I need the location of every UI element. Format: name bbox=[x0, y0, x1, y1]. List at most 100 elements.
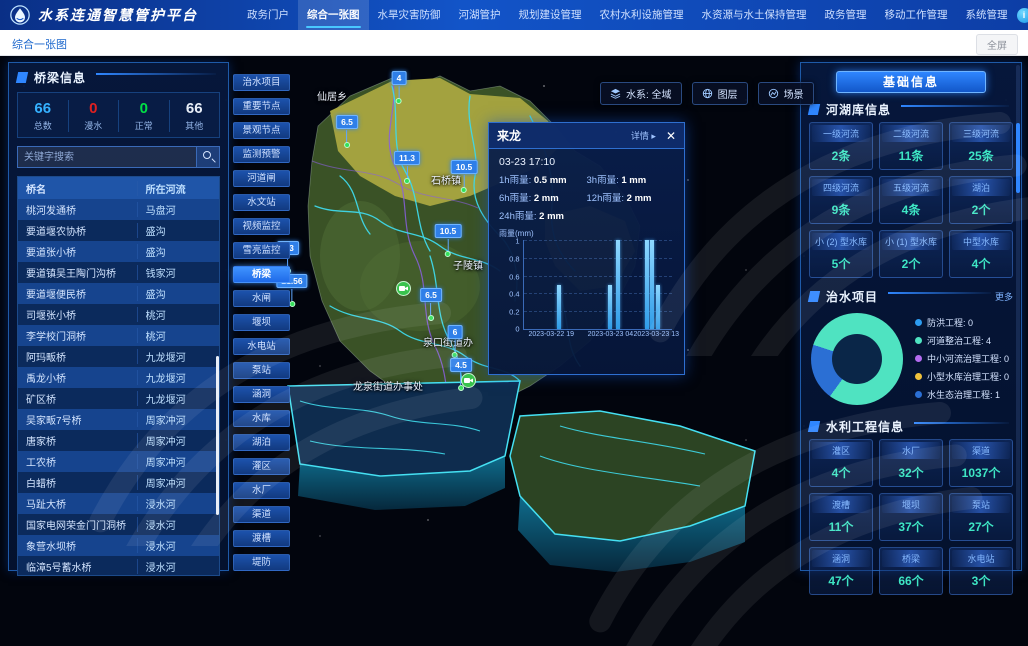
table-row[interactable]: 矿区桥九龙堰河 bbox=[18, 388, 219, 409]
layer-item-涵洞[interactable]: 涵洞 bbox=[233, 386, 290, 403]
chart-y-tick: 1 bbox=[515, 237, 519, 246]
table-row[interactable]: 要道镇吴王陶门沟桥钱家河 bbox=[18, 262, 219, 283]
layer-item-治水项目[interactable]: 治水项目 bbox=[233, 74, 290, 91]
camera-marker[interactable] bbox=[396, 281, 411, 296]
table-row[interactable]: 禹龙小桥九龙堰河 bbox=[18, 367, 219, 388]
search-input[interactable] bbox=[17, 146, 196, 168]
map-control-scene-icon[interactable]: 场景 bbox=[758, 82, 814, 105]
card-value: 2个 bbox=[882, 250, 940, 275]
table-row[interactable]: 临漳5号蓄水桥浸水河 bbox=[18, 556, 219, 576]
layer-item-水库[interactable]: 水库 bbox=[233, 410, 290, 427]
nav-item-1[interactable]: 综合一张图 bbox=[298, 0, 369, 30]
layer-item-景观节点[interactable]: 景观节点 bbox=[233, 122, 290, 139]
card-value: 66个 bbox=[882, 567, 940, 592]
info-card-一级河流: 一级河流2条 bbox=[809, 122, 873, 170]
bridge-panel-title: 桥梁信息 bbox=[34, 69, 86, 86]
water-level-marker[interactable]: 6.5 bbox=[336, 112, 358, 148]
map-control-globe-icon[interactable]: 图层 bbox=[692, 82, 748, 105]
layer-item-湖泊[interactable]: 湖泊 bbox=[233, 434, 290, 451]
popup-detail-link[interactable]: 详情 ▸ bbox=[631, 129, 656, 142]
layer-item-泵站[interactable]: 泵站 bbox=[233, 362, 290, 379]
bridge-name-cell: 象营水坝桥 bbox=[18, 538, 137, 553]
river-name-cell: 周家冲河 bbox=[137, 454, 219, 469]
map-control-layers-icon[interactable]: 水系: 全域 bbox=[600, 82, 682, 105]
layer-item-水闸[interactable]: 水闸 bbox=[233, 290, 290, 307]
chart-y-tick: 0 bbox=[515, 325, 519, 334]
layer-item-雪亮监控[interactable]: 雪亮监控 bbox=[233, 242, 290, 259]
marker-value: 10.5 bbox=[451, 160, 478, 174]
water-level-marker[interactable]: 11.3 bbox=[394, 148, 420, 184]
nav-item-7[interactable]: 政务管理 bbox=[816, 0, 876, 30]
breadcrumb-bar: 综合一张图 全屏 bbox=[0, 30, 1028, 56]
camera-icon bbox=[399, 285, 408, 292]
table-row[interactable]: 白蜡桥周家冲河 bbox=[18, 472, 219, 493]
camera-marker[interactable] bbox=[461, 373, 476, 388]
table-row[interactable]: 马趾大桥浸水河 bbox=[18, 493, 219, 514]
table-row[interactable]: 桃河发通桥马盘河 bbox=[18, 199, 219, 220]
layer-item-灌区[interactable]: 灌区 bbox=[233, 458, 290, 475]
map-control-label: 图层 bbox=[718, 86, 738, 101]
nav-item-0[interactable]: 政务门户 bbox=[238, 0, 298, 30]
layer-item-渡槽[interactable]: 渡槽 bbox=[233, 530, 290, 547]
layer-item-桥梁[interactable]: 桥梁 bbox=[233, 266, 290, 283]
layer-item-水厂[interactable]: 水厂 bbox=[233, 482, 290, 499]
search-button[interactable] bbox=[196, 146, 220, 168]
legend-dot-icon bbox=[915, 337, 922, 344]
layer-item-堤防[interactable]: 堤防 bbox=[233, 554, 290, 571]
user-menu[interactable]: i hkub42080261 ▼ bbox=[1017, 8, 1028, 23]
table-row[interactable]: 要道堰农协桥盛沟 bbox=[18, 220, 219, 241]
chart-x-tick: 2023-03-23 13 bbox=[634, 331, 680, 338]
nav-item-3[interactable]: 河湖管护 bbox=[450, 0, 510, 30]
legend-dot-icon bbox=[915, 319, 922, 326]
marker-stick bbox=[430, 303, 431, 315]
nav-item-5[interactable]: 农村水利设施管理 bbox=[591, 0, 693, 30]
map-controls: 水系: 全域 图层 场景 bbox=[600, 82, 814, 105]
layer-item-渠道[interactable]: 渠道 bbox=[233, 506, 290, 523]
table-row[interactable]: 要道张小桥盛沟 bbox=[18, 241, 219, 262]
bridge-name-cell: 白蜡桥 bbox=[18, 475, 137, 490]
table-row[interactable]: 吴家畈7号桥周家冲河 bbox=[18, 409, 219, 430]
marker-value: 6 bbox=[448, 325, 463, 339]
nav-item-9[interactable]: 系统管理 bbox=[957, 0, 1017, 30]
water-level-marker[interactable]: 6 bbox=[448, 322, 463, 358]
panel-scrollbar[interactable] bbox=[1016, 123, 1020, 193]
section-accent-icon bbox=[808, 291, 820, 302]
nav-item-8[interactable]: 移动工作管理 bbox=[876, 0, 957, 30]
water-level-marker[interactable]: 10.5 bbox=[451, 157, 478, 193]
layer-item-水文站[interactable]: 水文站 bbox=[233, 194, 290, 211]
basic-info-button[interactable]: 基础信息 bbox=[836, 71, 986, 93]
info-card-泵站: 泵站27个 bbox=[949, 493, 1013, 541]
rain-bar bbox=[650, 240, 654, 329]
layer-item-视频监控[interactable]: 视频监控 bbox=[233, 218, 290, 235]
layer-item-河道闸[interactable]: 河道闸 bbox=[233, 170, 290, 187]
water-level-marker[interactable]: 6.5 bbox=[420, 285, 442, 321]
nav-item-4[interactable]: 规划建设管理 bbox=[510, 0, 591, 30]
table-row[interactable]: 唐家桥周家冲河 bbox=[18, 430, 219, 451]
nav-item-2[interactable]: 水旱灾害防御 bbox=[369, 0, 450, 30]
close-icon[interactable]: ✕ bbox=[666, 130, 676, 142]
table-row[interactable]: 阿玛畈桥九龙堰河 bbox=[18, 346, 219, 367]
layer-item-水电站[interactable]: 水电站 bbox=[233, 338, 290, 355]
card-label: 小 (2) 型水库 bbox=[812, 233, 870, 250]
nav-item-6[interactable]: 水资源与水土保持管理 bbox=[693, 0, 816, 30]
table-row[interactable]: 象营水坝桥浸水河 bbox=[18, 535, 219, 556]
marker-value: 6.5 bbox=[336, 115, 358, 129]
layer-item-堰坝[interactable]: 堰坝 bbox=[233, 314, 290, 331]
table-row[interactable]: 要道堰便民桥盛沟 bbox=[18, 283, 219, 304]
water-level-marker[interactable]: 10.5 bbox=[435, 221, 462, 257]
more-link[interactable]: 更多 bbox=[995, 290, 1013, 303]
layer-item-重要节点[interactable]: 重要节点 bbox=[233, 98, 290, 115]
card-label: 五级河流 bbox=[882, 179, 940, 196]
marker-stick bbox=[447, 239, 448, 251]
bridge-name-cell: 临漳5号蓄水桥 bbox=[18, 559, 137, 574]
fullscreen-button[interactable]: 全屏 bbox=[976, 34, 1018, 55]
table-row[interactable]: 国家电网荣金门门洞桥浸水河 bbox=[18, 514, 219, 535]
table-scrollbar[interactable] bbox=[216, 356, 219, 515]
table-row[interactable]: 工农桥周家冲河 bbox=[18, 451, 219, 472]
marker-dot bbox=[404, 178, 410, 184]
table-row[interactable]: 李学校门洞桥桃河 bbox=[18, 325, 219, 346]
card-value: 37个 bbox=[882, 513, 940, 538]
water-level-marker[interactable]: 4 bbox=[392, 68, 407, 104]
layer-item-监测预警[interactable]: 监测预警 bbox=[233, 146, 290, 163]
table-row[interactable]: 司堰张小桥桃河 bbox=[18, 304, 219, 325]
